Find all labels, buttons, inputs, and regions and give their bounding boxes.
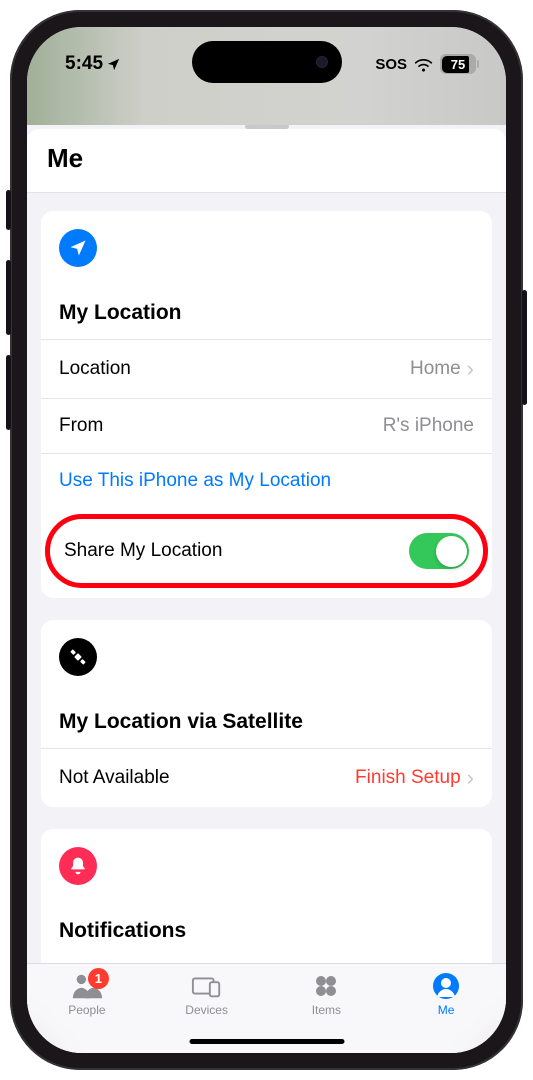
dynamic-island [192, 41, 342, 83]
screen: 5:45 SOS 75 Me [27, 27, 506, 1053]
page-title: Me [27, 129, 506, 193]
volume-down-button [6, 355, 11, 430]
location-icon [59, 229, 97, 267]
satellite-title: My Location via Satellite [41, 710, 492, 748]
items-icon [310, 972, 342, 1000]
share-my-location-label: Share My Location [64, 540, 222, 562]
side-button [6, 190, 11, 230]
sos-indicator: SOS [375, 56, 407, 73]
from-value: R's iPhone [383, 415, 474, 437]
chevron-right-icon: › [467, 356, 474, 382]
tab-me[interactable]: Me [406, 972, 486, 1053]
tab-label: People [68, 1003, 105, 1017]
people-badge: 1 [88, 968, 109, 989]
notifications-title: Notifications [41, 919, 492, 957]
status-time: 5:45 [65, 53, 103, 75]
chevron-right-icon: › [467, 765, 474, 791]
volume-up-button [6, 260, 11, 335]
finish-setup-link: Finish Setup [355, 767, 461, 789]
me-icon [430, 972, 462, 1000]
tab-label: Devices [185, 1003, 228, 1017]
satellite-card: My Location via Satellite Not Available … [41, 620, 492, 807]
satellite-status-label: Not Available [59, 767, 170, 789]
battery-level: 75 [451, 57, 465, 72]
share-my-location-row[interactable]: Share My Location [45, 514, 488, 588]
me-sheet: Me My Location Location Home › [27, 115, 506, 1053]
power-button [522, 290, 527, 405]
location-row[interactable]: Location Home › [41, 339, 492, 398]
share-my-location-toggle[interactable] [409, 533, 469, 569]
location-value: Home [410, 358, 461, 380]
location-arrow-icon [106, 57, 121, 72]
bell-icon [59, 847, 97, 885]
my-location-title: My Location [41, 301, 492, 339]
notifications-card: Notifications Allow Friend Requests [41, 829, 492, 963]
home-indicator[interactable] [189, 1039, 344, 1044]
devices-icon [191, 972, 223, 1000]
sheet-content[interactable]: My Location Location Home › From R's iPh… [27, 193, 506, 963]
from-label: From [59, 415, 103, 437]
satellite-status-row[interactable]: Not Available Finish Setup › [41, 748, 492, 807]
location-label: Location [59, 358, 131, 380]
battery-indicator: 75 [440, 54, 476, 74]
background-blur [27, 87, 506, 125]
my-location-card: My Location Location Home › From R's iPh… [41, 211, 492, 598]
phone-frame: 5:45 SOS 75 Me [10, 10, 523, 1070]
wifi-icon [414, 57, 433, 72]
satellite-icon [59, 638, 97, 676]
tab-label: Items [312, 1003, 341, 1017]
use-this-iphone-link[interactable]: Use This iPhone as My Location [41, 453, 492, 508]
from-row[interactable]: From R's iPhone [41, 398, 492, 453]
tab-label: Me [438, 1003, 455, 1017]
tab-people[interactable]: 1 People [47, 972, 127, 1053]
